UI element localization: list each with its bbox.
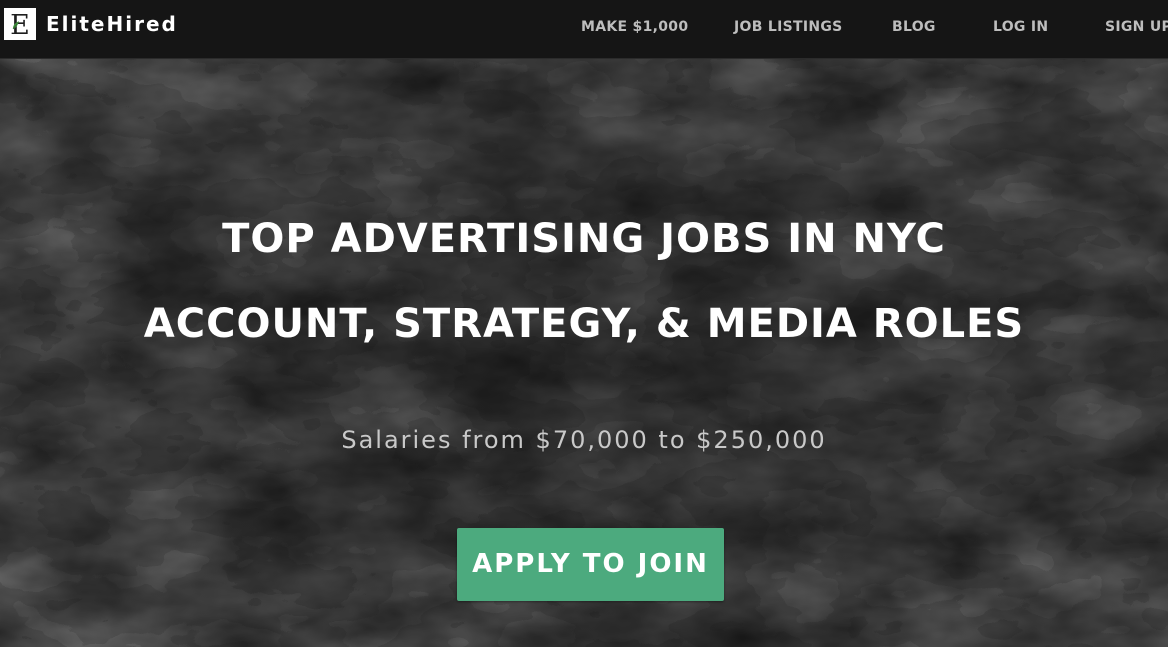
apply-to-join-button[interactable]: APPLY TO JOIN — [457, 528, 724, 601]
brand-name: EliteHired — [46, 12, 178, 36]
nav-blog[interactable]: BLOG — [892, 0, 936, 54]
nav-job-listings[interactable]: JOB LISTINGS — [734, 0, 843, 54]
hero-headline: TOP ADVERTISING JOBS IN NYC — [222, 216, 946, 262]
svg-text:E: E — [10, 10, 30, 40]
nav-make-1000[interactable]: MAKE $1,000 — [581, 0, 688, 54]
nav-sign-up[interactable]: SIGN UP — [1105, 0, 1168, 54]
top-navbar: E EliteHired MAKE $1,000 JOB LISTINGS BL… — [0, 0, 1168, 59]
brand-home-link[interactable]: E EliteHired — [4, 8, 178, 40]
salary-range-text: Salaries from $70,000 to $250,000 — [341, 426, 827, 454]
hero-section: TOP ADVERTISING JOBS IN NYC ACCOUNT, STR… — [0, 59, 1168, 647]
nav-log-in[interactable]: LOG IN — [993, 0, 1048, 54]
elitehired-logo-icon: E — [4, 8, 36, 40]
hero-subheading-roles: ACCOUNT, STRATEGY, & MEDIA ROLES — [143, 301, 1025, 347]
